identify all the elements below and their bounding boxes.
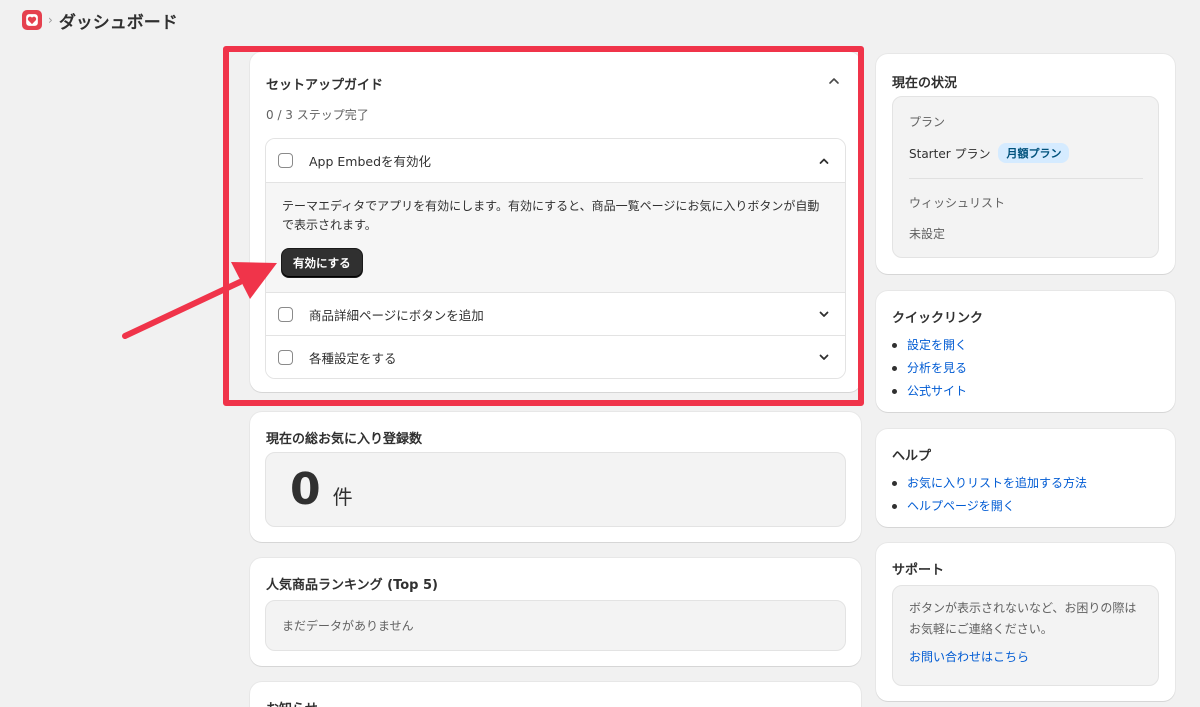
- step-checkbox[interactable]: [278, 153, 293, 168]
- setup-progress: 0 / 3 ステップ完了: [266, 108, 369, 122]
- support-text: ボタンが表示されないなど、お困りの際はお気軽にご連絡ください。: [909, 601, 1137, 636]
- breadcrumb-separator: ›: [48, 13, 53, 27]
- step-label: App Embedを有効化: [309, 154, 432, 169]
- status-box: プラン Starter プラン 月額プラン ウィッシュリスト 未設定: [892, 96, 1159, 258]
- ranking-card: 人気商品ランキング (Top 5) まだデータがありません: [250, 558, 861, 666]
- total-favorites-title: 現在の総お気に入り登録数: [266, 432, 423, 447]
- help-card: ヘルプ お気に入りリストを追加する方法 ヘルプページを開く: [876, 429, 1175, 527]
- page-title: ダッシュボード: [58, 12, 178, 33]
- step-add-button[interactable]: 商品詳細ページにボタンを追加: [266, 292, 845, 335]
- quick-links-list: 設定を開く 分析を見る 公式サイト: [892, 334, 967, 403]
- step-app-embed[interactable]: App Embedを有効化: [266, 139, 845, 182]
- plan-label: プラン: [909, 115, 946, 129]
- breadcrumb: › ダッシュボード: [22, 8, 178, 33]
- quick-links-card: クイックリンク 設定を開く 分析を見る 公式サイト: [876, 291, 1175, 412]
- wishlist-value: 未設定: [909, 227, 946, 241]
- help-title: ヘルプ: [892, 449, 932, 464]
- step-detail-panel: テーマエディタでアプリを有効にします。有効にすると、商品一覧ページにお気に入りボ…: [266, 182, 845, 292]
- chevron-down-icon[interactable]: [817, 350, 831, 364]
- total-favorites-box: 0 件: [265, 452, 846, 527]
- help-links-list: お気に入りリストを追加する方法 ヘルプページを開く: [892, 472, 1087, 518]
- contact-link[interactable]: お問い合わせはこちら: [909, 648, 1142, 665]
- setup-steps-list: App Embedを有効化 テーマエディタでアプリを有効にします。有効にすると、…: [265, 138, 846, 379]
- plan-name: Starter プラン: [909, 146, 991, 161]
- support-card: サポート ボタンが表示されないなど、お困りの際はお気軽にご連絡ください。 お問い…: [876, 543, 1175, 701]
- divider: [909, 178, 1143, 179]
- step-settings[interactable]: 各種設定をする: [266, 335, 845, 378]
- status-title: 現在の状況: [892, 76, 958, 91]
- support-box: ボタンが表示されないなど、お困りの際はお気軽にご連絡ください。 お問い合わせはこ…: [892, 585, 1159, 686]
- step-checkbox[interactable]: [278, 349, 293, 365]
- total-favorites-unit: 件: [332, 485, 353, 509]
- plan-row: Starter プラン 月額プラン: [909, 143, 1070, 163]
- step-label: 各種設定をする: [309, 350, 397, 366]
- news-title: お知らせ: [266, 698, 318, 707]
- enable-button[interactable]: 有効にする: [282, 249, 362, 277]
- setup-guide-card: セットアップガイド 0 / 3 ステップ完了 App Embedを有効化 テーマ…: [250, 52, 861, 392]
- status-card: 現在の状況 プラン Starter プラン 月額プラン ウィッシュリスト 未設定: [876, 54, 1175, 274]
- total-favorites-card: 現在の総お気に入り登録数 0 件: [250, 412, 861, 542]
- ranking-empty-state: まだデータがありません: [265, 600, 846, 651]
- chevron-up-icon[interactable]: [825, 72, 843, 90]
- quick-links-title: クイックリンク: [892, 311, 984, 326]
- ranking-title: 人気商品ランキング (Top 5): [266, 578, 438, 593]
- total-favorites-count: 0: [290, 464, 321, 515]
- chevron-down-icon[interactable]: [817, 307, 831, 321]
- step-checkbox[interactable]: [278, 306, 293, 322]
- plan-badge: 月額プラン: [998, 143, 1070, 163]
- setup-guide-title: セットアップガイド: [266, 78, 384, 93]
- link-open-settings[interactable]: 設定を開く: [892, 334, 967, 357]
- link-help-page[interactable]: ヘルプページを開く: [892, 495, 1087, 518]
- link-official-site[interactable]: 公式サイト: [892, 380, 967, 403]
- link-how-to-add-list[interactable]: お気に入りリストを追加する方法: [892, 472, 1087, 495]
- chevron-up-icon[interactable]: [817, 154, 831, 168]
- wishlist-label: ウィッシュリスト: [909, 196, 1006, 210]
- app-heart-icon[interactable]: [22, 10, 42, 30]
- news-card: お知らせ: [250, 682, 861, 707]
- step-description: テーマエディタでアプリを有効にします。有効にすると、商品一覧ページにお気に入りボ…: [282, 199, 820, 232]
- step-label: 商品詳細ページにボタンを追加: [309, 307, 484, 323]
- link-view-analytics[interactable]: 分析を見る: [892, 357, 967, 380]
- support-title: サポート: [892, 563, 945, 578]
